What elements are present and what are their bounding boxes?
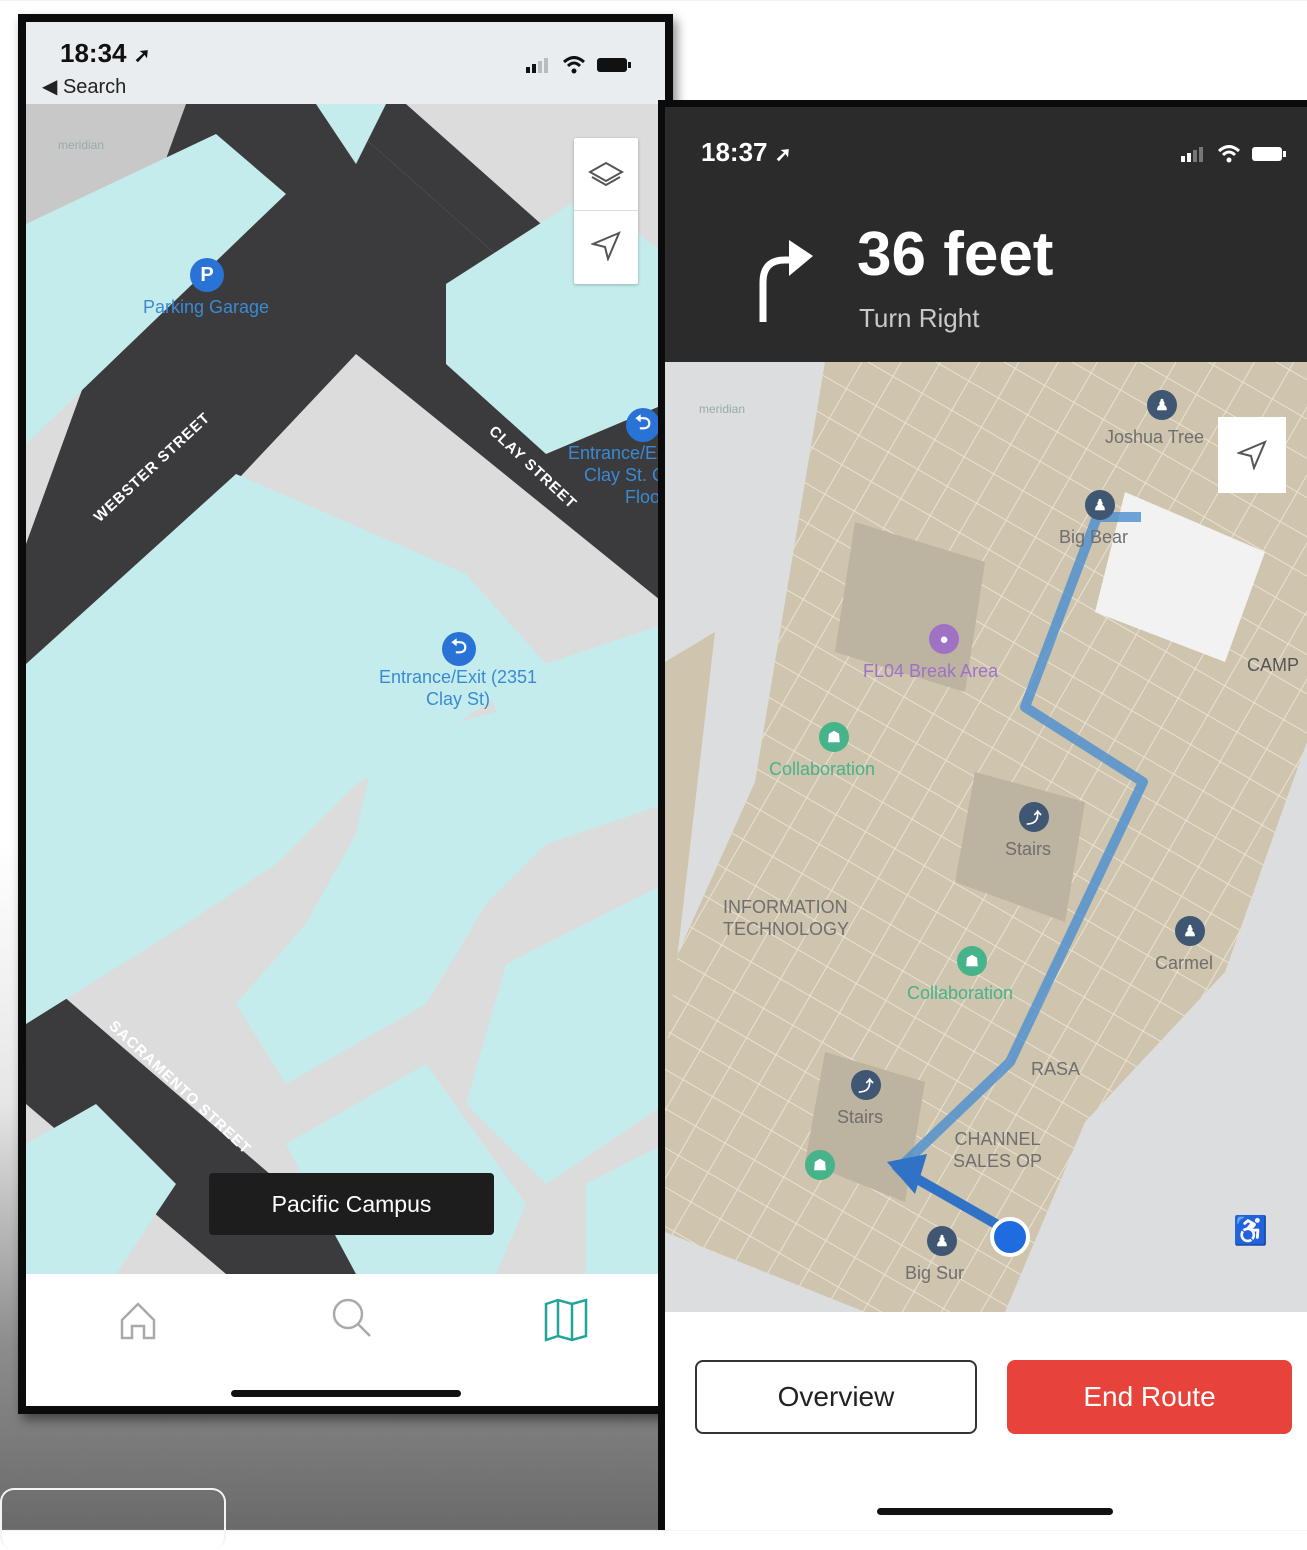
location-arrow-icon: ➚ bbox=[774, 144, 792, 166]
status-bar: 18:34 ➚ ◀ Search bbox=[26, 22, 665, 104]
room-label-line: SALES OP bbox=[953, 1151, 1043, 1171]
poi-label-line: Clay St) bbox=[425, 689, 490, 709]
campus-badge: Pacific Campus bbox=[209, 1173, 494, 1235]
room-label-line: CHANNEL bbox=[954, 1129, 1041, 1149]
status-time: 18:34 ➚ bbox=[60, 38, 151, 68]
meeting-room-icon[interactable]: ♟ bbox=[1085, 490, 1115, 520]
poi-label-entrance-2351[interactable]: Entrance/Exit (2351 Clay St) bbox=[356, 666, 560, 710]
route-distance: 36 feet bbox=[857, 220, 1054, 289]
location-arrow-icon bbox=[1237, 440, 1267, 470]
entrance-icon[interactable]: ⮌ bbox=[442, 632, 476, 666]
room-label-joshua-tree[interactable]: Joshua Tree bbox=[1105, 426, 1204, 448]
locate-button[interactable] bbox=[1218, 417, 1286, 493]
poi-label-parking[interactable]: Parking Garage bbox=[126, 296, 286, 318]
meridian-watermark: meridian bbox=[58, 138, 105, 152]
room-label-line: TECHNOLOGY bbox=[723, 919, 850, 939]
room-label-collaboration[interactable]: Collaboration bbox=[769, 758, 875, 780]
tab-map[interactable] bbox=[536, 1288, 596, 1348]
collaboration-icon[interactable]: ☗ bbox=[805, 1150, 835, 1180]
wifi-icon bbox=[1217, 145, 1241, 163]
room-label-carmel[interactable]: Carmel bbox=[1155, 952, 1213, 974]
room-label-information-technology[interactable]: INFORMATION TECHNOLOGY bbox=[723, 896, 849, 940]
room-label-collaboration[interactable]: Collaboration bbox=[907, 982, 1013, 1004]
room-label-line: INFORMATION bbox=[723, 897, 848, 917]
locate-button[interactable] bbox=[574, 210, 638, 282]
room-label-stairs[interactable]: Stairs bbox=[837, 1106, 883, 1128]
room-label-big-sur[interactable]: Big Sur bbox=[905, 1262, 964, 1284]
map-canvas bbox=[26, 104, 665, 1274]
break-area-pin-icon[interactable]: ● bbox=[929, 624, 959, 654]
map-icon bbox=[544, 1298, 588, 1342]
phone-screen-map: 18:34 ➚ ◀ Search meridian WEBSTER STREET… bbox=[18, 14, 673, 1414]
turn-right-icon bbox=[759, 240, 813, 322]
back-to-search-link[interactable]: ◀ Search bbox=[42, 74, 126, 99]
location-arrow-icon bbox=[591, 231, 621, 261]
accessibility-icon[interactable]: ♿ bbox=[1233, 1214, 1268, 1247]
meridian-watermark: meridian bbox=[699, 402, 746, 416]
stairs-icon[interactable]: ⤴ bbox=[1019, 802, 1049, 832]
battery-icon bbox=[597, 58, 631, 72]
tab-bar bbox=[26, 1274, 665, 1406]
location-arrow-icon: ➚ bbox=[133, 45, 151, 67]
status-time: 18:37 ➚ bbox=[701, 137, 792, 167]
meeting-room-icon[interactable]: ♟ bbox=[1147, 390, 1177, 420]
poi-label-line: Entrance/Ex bbox=[567, 443, 666, 463]
room-label-camp[interactable]: CAMP bbox=[1247, 654, 1299, 676]
system-icons bbox=[1181, 145, 1287, 163]
home-icon bbox=[120, 1302, 156, 1340]
battery-icon bbox=[1252, 147, 1286, 161]
meeting-room-icon[interactable]: ♟ bbox=[927, 1226, 957, 1256]
signal-icon bbox=[1181, 147, 1203, 162]
overview-button[interactable]: Overview bbox=[695, 1360, 977, 1434]
room-label-channel-sales[interactable]: CHANNEL SALES OP bbox=[953, 1128, 1042, 1172]
floor-map[interactable]: meridian ♟ Joshua Tree ♟ Big Bear ● FL04… bbox=[665, 362, 1307, 1312]
campus-map[interactable]: meridian WEBSTER STREET CLAY STREET SACR… bbox=[26, 104, 665, 1274]
card-outline bbox=[0, 1488, 226, 1550]
collaboration-icon[interactable]: ☗ bbox=[819, 722, 849, 752]
entrance-icon[interactable]: ⮌ bbox=[626, 408, 660, 442]
room-label-big-bear[interactable]: Big Bear bbox=[1059, 526, 1128, 548]
poi-label-line: Floor bbox=[624, 487, 666, 507]
stairs-icon[interactable]: ⤴ bbox=[851, 1070, 881, 1100]
search-icon bbox=[332, 1298, 371, 1337]
route-instruction: Turn Right bbox=[859, 303, 980, 333]
phone-screen-navigation: 18:37 ➚ 36 feet Turn Right meridian ♟ Jo… bbox=[658, 100, 1307, 1530]
tab-search[interactable] bbox=[322, 1288, 382, 1348]
route-actions: Overview End Route bbox=[665, 1312, 1307, 1530]
layers-button[interactable] bbox=[574, 138, 638, 211]
signal-icon bbox=[526, 58, 548, 73]
room-label-break-area[interactable]: FL04 Break Area bbox=[863, 660, 998, 682]
system-icons bbox=[526, 56, 632, 74]
tab-home[interactable] bbox=[108, 1288, 168, 1348]
meeting-room-icon[interactable]: ♟ bbox=[1175, 916, 1205, 946]
poi-label-line: Clay St. G bbox=[583, 465, 666, 485]
home-indicator bbox=[877, 1508, 1113, 1515]
poi-label-entrance-clay[interactable]: Entrance/Ex Clay St. G Floor bbox=[546, 442, 666, 508]
end-route-button[interactable]: End Route bbox=[1007, 1360, 1292, 1434]
layers-icon bbox=[588, 161, 624, 187]
home-indicator bbox=[231, 1390, 461, 1397]
room-label-rasa[interactable]: RASA bbox=[1031, 1058, 1080, 1080]
poi-label-line: Entrance/Exit (2351 bbox=[378, 667, 538, 687]
wifi-icon bbox=[562, 56, 586, 74]
navigation-header: 18:37 ➚ 36 feet Turn Right bbox=[665, 107, 1307, 362]
parking-icon[interactable]: P bbox=[190, 258, 224, 292]
map-controls bbox=[574, 138, 638, 284]
collaboration-icon[interactable]: ☗ bbox=[957, 946, 987, 976]
room-label-stairs[interactable]: Stairs bbox=[1005, 838, 1051, 860]
